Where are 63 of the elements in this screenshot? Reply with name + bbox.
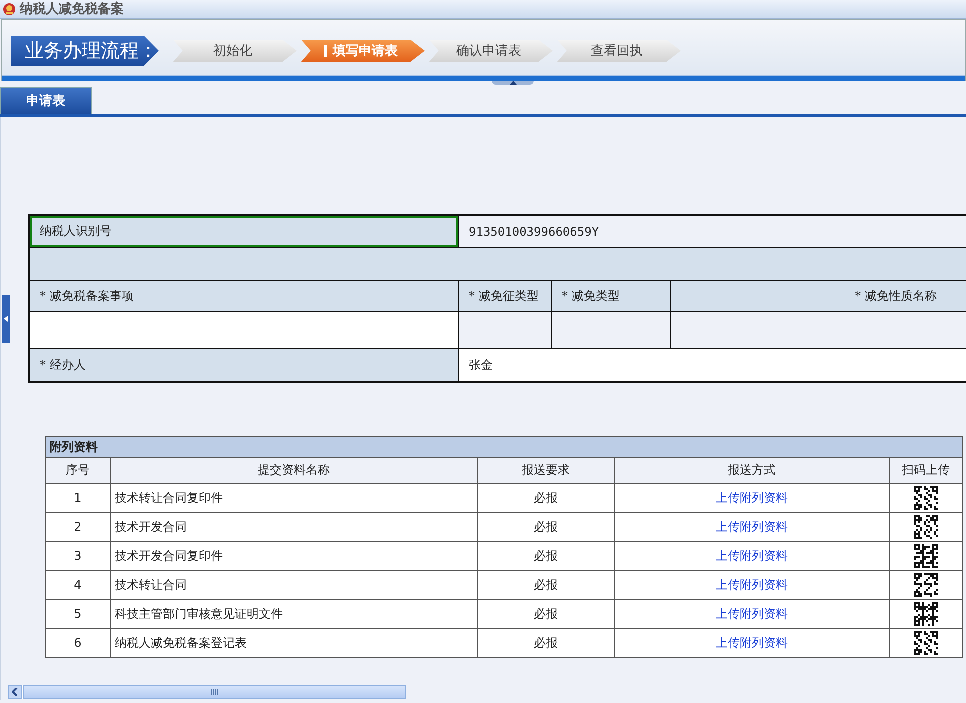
row-number: 2 <box>46 512 110 542</box>
requirement-cell: 必报 <box>477 628 615 658</box>
document-name: 技术开发合同复印件 <box>110 542 478 570</box>
requirement-cell: 必报 <box>477 570 615 600</box>
row-number: 6 <box>46 628 110 658</box>
upload-link[interactable]: 上传附列资料 <box>716 636 788 650</box>
qr-code-icon[interactable] <box>914 515 938 539</box>
qr-code-icon[interactable] <box>914 602 938 626</box>
document-name: 科技主管部门审核意见证明文件 <box>110 600 478 628</box>
row-number: 5 <box>46 600 110 628</box>
requirement-cell: 必报 <box>477 512 615 542</box>
chevron-left-icon <box>12 688 18 696</box>
column-header: 报送方式 <box>614 458 890 484</box>
process-step[interactable]: 查看回执 <box>557 40 681 62</box>
process-step[interactable]: 确认申请表 <box>429 40 553 62</box>
entry-field[interactable] <box>552 312 670 348</box>
marker-icon <box>324 45 327 57</box>
column-header: 提交资料名称 <box>110 458 478 484</box>
column-header: * 减免类型 <box>552 281 670 311</box>
requirement-cell: 必报 <box>477 600 615 628</box>
entry-field[interactable] <box>30 312 458 348</box>
column-header: 序号 <box>46 458 110 484</box>
document-name: 技术开发合同 <box>110 512 478 542</box>
emblem-icon <box>3 2 16 16</box>
document-name: 技术转让合同 <box>110 570 478 600</box>
column-header: 扫码上传 <box>890 458 962 484</box>
upload-link[interactable]: 上传附列资料 <box>716 606 788 620</box>
field-label: 纳税人识别号 <box>30 216 458 247</box>
section-title: 附列资料 <box>46 436 962 458</box>
qr-code-icon[interactable] <box>914 631 938 655</box>
scroll-left-button[interactable] <box>8 685 22 699</box>
entry-field[interactable] <box>671 312 966 348</box>
qr-code-icon[interactable] <box>914 486 938 510</box>
side-collapse-handle[interactable] <box>2 295 10 343</box>
collapse-handle[interactable] <box>492 81 534 85</box>
column-header: 报送要求 <box>477 458 615 484</box>
process-step[interactable]: 初始化 <box>173 40 297 62</box>
upload-link[interactable]: 上传附列资料 <box>716 578 788 592</box>
column-header: * 减免征类型 <box>459 281 551 311</box>
qr-code-icon[interactable] <box>914 573 938 597</box>
process-label: 业务办理流程： <box>11 36 159 66</box>
upload-link[interactable]: 上传附列资料 <box>716 520 788 534</box>
document-name: 纳税人减免税备案登记表 <box>110 628 478 658</box>
row-number: 1 <box>46 484 110 512</box>
field-value: 张金 <box>459 349 966 381</box>
collapse-left-icon <box>4 316 8 322</box>
field-label: * 经办人 <box>30 349 458 381</box>
row-number: 3 <box>46 542 110 570</box>
form-tab[interactable]: 申请表 <box>0 87 92 114</box>
column-header: * 减免性质名称 <box>671 281 966 311</box>
qr-code-icon[interactable] <box>914 544 938 568</box>
row-number: 4 <box>46 570 110 600</box>
entry-field[interactable] <box>459 312 551 348</box>
requirement-cell: 必报 <box>477 542 615 570</box>
column-header: * 减免税备案事项 <box>30 281 458 311</box>
upload-link[interactable]: 上传附列资料 <box>716 548 788 562</box>
grip-icon <box>210 689 218 695</box>
horizontal-scrollbar[interactable] <box>8 685 406 699</box>
window-title: 纳税人减免税备案 <box>20 0 124 18</box>
requirement-cell: 必报 <box>477 484 615 512</box>
upload-link[interactable]: 上传附列资料 <box>716 490 788 504</box>
field-value: 91350100399660659Y <box>459 216 966 247</box>
document-name: 技术转让合同复印件 <box>110 484 478 512</box>
